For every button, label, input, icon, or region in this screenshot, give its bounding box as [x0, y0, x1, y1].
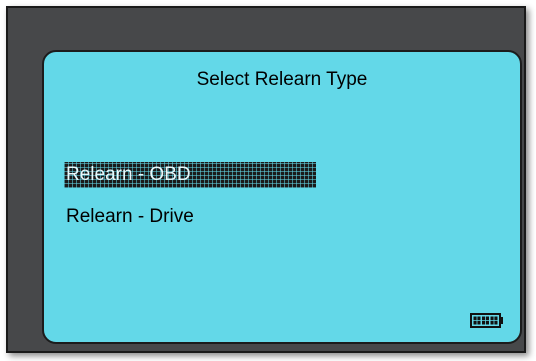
- lcd-screen: Select Relearn Type Relearn - OBD Relear…: [42, 50, 522, 344]
- menu-item-relearn-drive[interactable]: Relearn - Drive: [64, 204, 196, 230]
- menu-item-label: Relearn - Drive: [66, 206, 194, 227]
- battery-full-icon: [470, 313, 503, 328]
- menu-item-label: Relearn - OBD: [66, 164, 191, 185]
- menu-item-relearn-obd[interactable]: Relearn - OBD: [64, 162, 316, 188]
- screen-title: Select Relearn Type: [196, 69, 368, 90]
- tool-device-bezel: Select Relearn Type Relearn - OBD Relear…: [6, 6, 526, 353]
